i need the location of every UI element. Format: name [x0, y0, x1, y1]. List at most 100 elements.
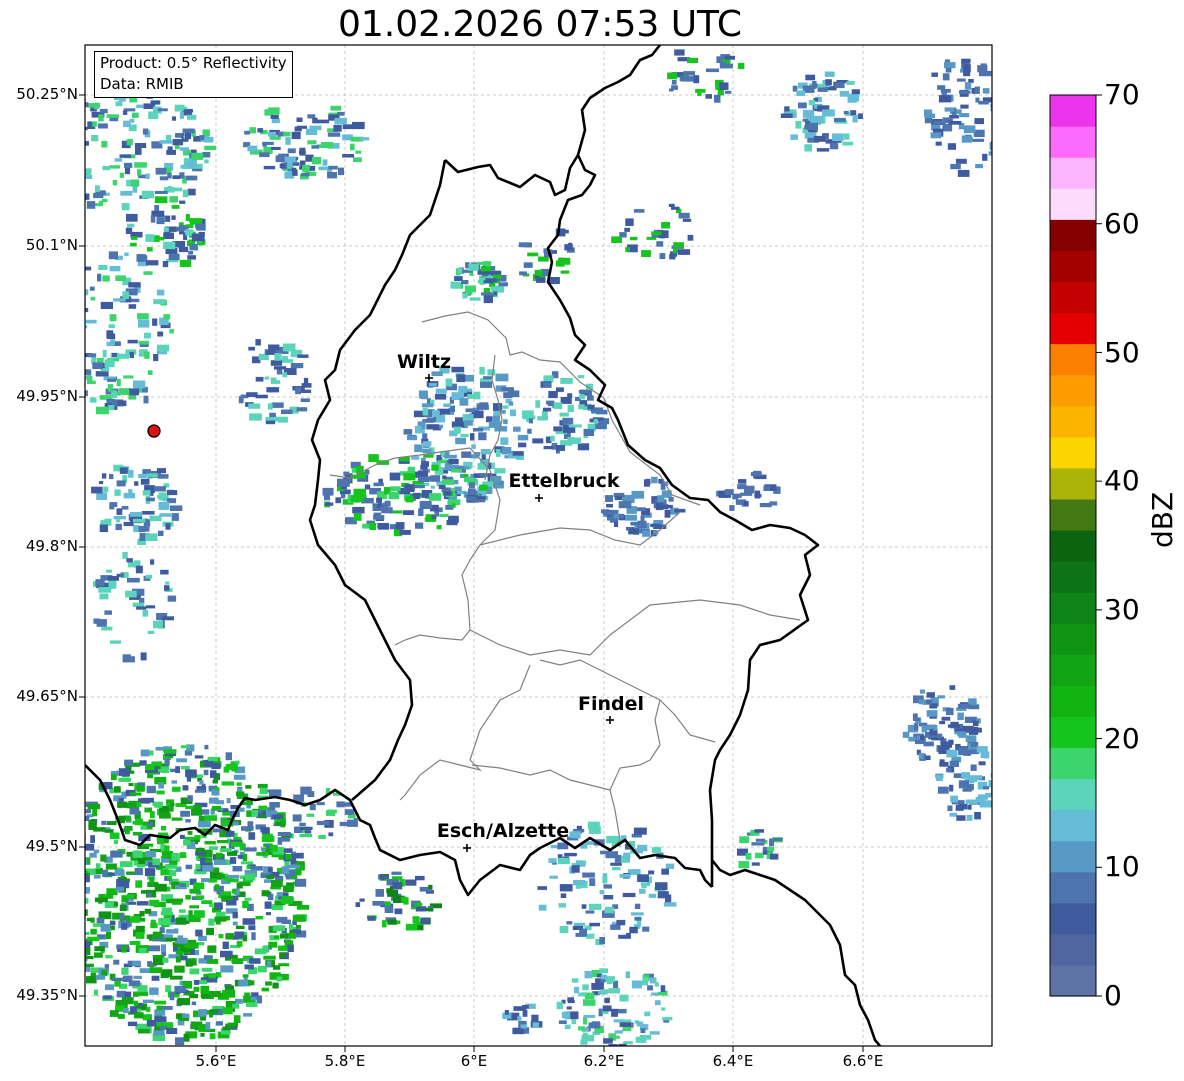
echo-pixel	[164, 749, 177, 754]
echo-pixel	[101, 473, 107, 479]
echo-pixel	[66, 175, 78, 182]
echo-pixel	[230, 857, 237, 864]
echo-pixel	[105, 984, 114, 991]
echo-pixel	[419, 501, 432, 510]
echo-pixel	[677, 249, 691, 255]
echo-pixel	[420, 464, 428, 470]
echo-pixel	[662, 1016, 673, 1021]
echo-pixel	[245, 785, 252, 789]
echo-pixel	[567, 393, 573, 399]
echo-pixel	[99, 593, 109, 600]
echo-pixel	[126, 179, 132, 187]
echo-pixel	[262, 141, 274, 145]
echo-pixel	[185, 132, 191, 140]
echo-pixel	[974, 86, 980, 94]
echo-pixel	[114, 158, 123, 162]
echo-pixel	[648, 893, 657, 898]
echo-pixel	[85, 126, 88, 131]
echo-pixel	[117, 400, 127, 407]
echo-pixel	[659, 253, 666, 259]
echo-pixel	[55, 356, 67, 361]
echo-pixel	[85, 149, 86, 154]
colorbar-segment	[1050, 95, 1096, 127]
echo-pixel	[132, 831, 143, 836]
colorbar-tick-label: 40	[1104, 464, 1140, 497]
colorbar-segment	[1050, 343, 1096, 376]
echo-pixel	[647, 985, 653, 991]
echo-pixel	[367, 916, 376, 921]
echo-pixel	[103, 995, 112, 1000]
echo-pixel	[674, 49, 685, 56]
colorbar-segment	[1050, 281, 1096, 314]
echo-pixel	[522, 1005, 529, 1009]
echo-pixel	[428, 884, 433, 889]
echo-pixel	[85, 193, 90, 200]
echo-pixel	[967, 804, 972, 810]
echo-pixel	[940, 88, 951, 93]
echo-pixel	[322, 487, 334, 496]
echo-pixel	[123, 1008, 129, 1014]
echo-pixel	[69, 908, 73, 914]
echo-pixel	[187, 795, 193, 802]
echo-pixel	[265, 844, 270, 849]
echo-pixel	[175, 766, 181, 773]
echo-pixel	[976, 746, 988, 753]
echo-pixel	[947, 143, 956, 150]
echo-pixel	[166, 134, 172, 141]
echo-pixel	[857, 113, 863, 119]
echo-pixel	[135, 144, 146, 148]
echo-pixel	[373, 482, 384, 487]
echo-pixel	[111, 977, 125, 982]
echo-pixel	[204, 815, 217, 821]
echo-pixel	[107, 576, 119, 581]
echo-pixel	[213, 859, 227, 865]
echo-pixel	[85, 931, 90, 935]
colorbar-segment	[1050, 840, 1096, 873]
echo-pixel	[842, 141, 854, 146]
echo-pixel	[49, 141, 56, 147]
echo-pixel	[625, 971, 630, 979]
echo-pixel	[457, 267, 463, 274]
echo-pixel	[671, 206, 680, 210]
echo-pixel	[165, 864, 177, 869]
echo-pixel	[949, 760, 959, 767]
echo-pixel	[623, 852, 631, 859]
echo-pixel	[154, 190, 168, 194]
echo-pixel	[454, 486, 462, 492]
echo-pixel	[407, 435, 418, 441]
echo-pixel	[124, 252, 129, 256]
echo-pixel	[147, 945, 161, 952]
echo-pixel	[126, 815, 131, 822]
echo-pixel	[503, 419, 508, 424]
echo-pixel	[105, 829, 114, 833]
echo-pixel	[296, 117, 303, 122]
echo-pixel	[255, 916, 264, 920]
echo-pixel	[165, 581, 170, 585]
colorbar-segment	[1050, 374, 1096, 407]
echo-pixel	[631, 980, 642, 989]
echo-pixel	[290, 363, 304, 369]
echo-pixel	[102, 275, 110, 282]
echo-pixel	[94, 989, 98, 996]
echo-pixel	[445, 378, 453, 387]
echo-pixel	[359, 137, 370, 141]
echo-pixel	[560, 270, 570, 274]
echo-pixel	[687, 57, 698, 64]
echo-pixel	[204, 136, 214, 143]
echo-pixel	[232, 866, 243, 872]
echo-pixel	[95, 975, 106, 980]
echo-pixel	[527, 428, 532, 434]
echo-pixel	[110, 773, 117, 781]
echo-pixel	[156, 217, 165, 225]
echo-pixel	[751, 842, 765, 846]
echo-pixel	[211, 762, 221, 770]
echo-pixel	[451, 366, 465, 373]
echo-pixel	[913, 723, 919, 731]
echo-pixel	[377, 523, 389, 530]
echo-pixel	[978, 761, 986, 766]
echo-pixel	[637, 520, 647, 529]
echo-pixel	[537, 886, 547, 890]
echo-pixel	[387, 919, 397, 925]
echo-pixel	[654, 1000, 661, 1006]
echo-pixel	[972, 720, 979, 727]
